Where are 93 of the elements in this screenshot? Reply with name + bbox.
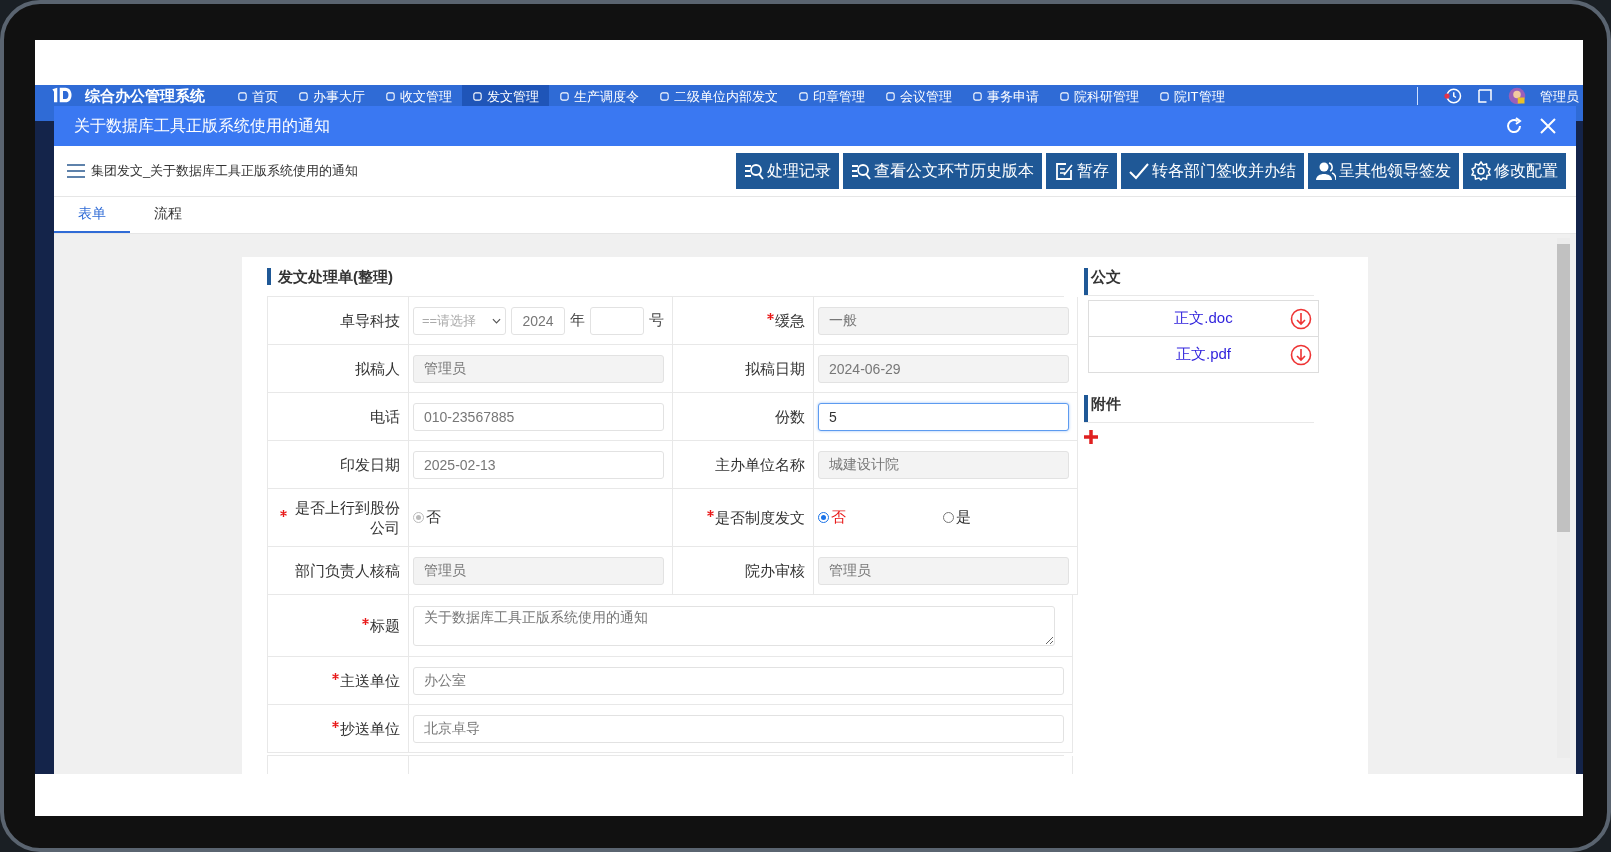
nav-item[interactable]: 事务申请 [962,85,1049,117]
number-field[interactable] [590,306,644,335]
required-icon [332,721,339,728]
square-icon [298,91,309,102]
square-icon [798,91,809,102]
nav-item[interactable]: 院科研管理 [1049,85,1149,117]
menu-icon[interactable] [67,164,85,178]
nav-item[interactable]: 生产调度令 [549,85,649,117]
window-icon[interactable] [1476,87,1494,105]
radio-option[interactable]: 否 [818,508,938,527]
required-icon [767,313,774,320]
field-label: 是否制度发文 [715,507,805,528]
breadcrumb: 集团发文_关于数据库工具正版系统使用的通知 [91,162,359,180]
field-label: 印发日期 [340,454,400,475]
input-field[interactable]: 2025-02-13 [413,450,664,479]
chevron-icon [492,317,501,324]
input-field[interactable]: 管理员 [818,556,1069,585]
toolbar-button[interactable]: 转各部门签收并办结 [1121,153,1304,189]
input-field[interactable]: 北京卓导 [413,714,1064,743]
scrollbar[interactable] [1557,238,1570,758]
download-icon[interactable] [1290,343,1312,366]
people-icon [1316,161,1336,181]
nav-item[interactable]: 会议管理 [875,85,962,117]
field-label: 是否上行到股份公司 [294,497,400,538]
nav-item[interactable]: 收文管理 [375,85,462,117]
required-icon [362,618,369,625]
square-icon [559,91,570,102]
download-icon[interactable] [1290,307,1312,330]
field-label: 拟稿日期 [745,358,805,379]
square-icon [1159,91,1170,102]
unit-label: 年 [570,311,585,330]
input-field[interactable]: 管理员 [413,556,664,585]
close-icon[interactable] [1538,116,1558,136]
field-label: 标题 [370,615,400,636]
square-icon [885,91,896,102]
check-icon [1129,161,1149,181]
square-icon [472,91,483,102]
year-field[interactable]: 2024 [511,306,565,335]
section-heading: 附件 [1084,395,1314,423]
edit-icon [1054,161,1074,181]
unit-label: 号 [649,311,664,330]
input-field[interactable]: 5 [818,402,1069,431]
nav-item[interactable]: 首页 [227,85,288,117]
input-field[interactable]: 2024-06-29 [818,354,1069,383]
history-icon[interactable] [1444,87,1462,105]
toolbar-button[interactable]: 修改配置 [1463,153,1566,189]
square-icon [237,91,248,102]
nav-item[interactable]: 印章管理 [788,85,875,117]
input-field[interactable]: 010-23567885 [413,402,664,431]
user-name[interactable]: 管理员 [1540,89,1583,104]
nav-item[interactable]: 办事大厅 [288,85,375,117]
square-icon [659,91,670,102]
list-search-icon [744,161,764,181]
toolbar-button[interactable]: 查看公文环节历史版本 [843,153,1042,189]
dialog-title: 关于数据库工具正版系统使用的通知 [74,115,331,136]
refresh-icon[interactable] [1504,116,1524,136]
input-field[interactable]: 城建设计院 [818,450,1069,479]
section-heading: 发文处理单(整理) [267,268,1064,285]
toolbar-button[interactable]: 处理记录 [736,153,839,189]
square-icon [972,91,983,102]
nav-item[interactable]: 二级单位内部发文 [649,85,788,117]
file-link[interactable]: 正文.pdf [1176,345,1231,364]
toolbar-button[interactable]: 暂存 [1046,153,1117,189]
radio-option[interactable]: 是 [943,508,1063,527]
section-heading: 公文 [1084,268,1314,296]
settings-icon [1471,161,1491,181]
list-search-icon [851,161,871,181]
file-link[interactable]: 正文.doc [1174,309,1233,328]
field-label: 院办审核 [745,560,805,581]
title-field[interactable]: 关于数据库工具正版系统使用的通知 [413,605,1055,646]
square-icon [385,91,396,102]
field-label: 主送单位 [340,670,400,691]
field-label: 卓导科技 [340,310,400,331]
toolbar-button[interactable]: 呈其他领导签发 [1308,153,1459,189]
app-title: 综合办公管理系统 [85,87,205,104]
avatar-icon[interactable] [1508,87,1526,105]
field-label: 份数 [775,406,805,427]
nav-item[interactable]: 院IT管理 [1149,85,1235,117]
required-icon [707,510,714,517]
required-icon [280,510,287,517]
field-label: 电话 [370,406,400,427]
field-label: 拟稿人 [355,358,400,379]
field-label: 抄送单位 [340,718,400,739]
square-icon [1059,91,1070,102]
add-icon[interactable] [1084,430,1098,444]
tab[interactable]: 流程 [130,197,206,233]
field-label: 主办单位名称 [715,454,805,475]
input-field[interactable]: 办公室 [413,666,1064,695]
input-field[interactable]: 管理员 [413,354,664,383]
field-label: 缓急 [775,310,805,331]
required-icon [332,673,339,680]
field-label: 部门负责人核稿 [295,560,400,581]
input-field[interactable]: 一般 [818,306,1069,335]
